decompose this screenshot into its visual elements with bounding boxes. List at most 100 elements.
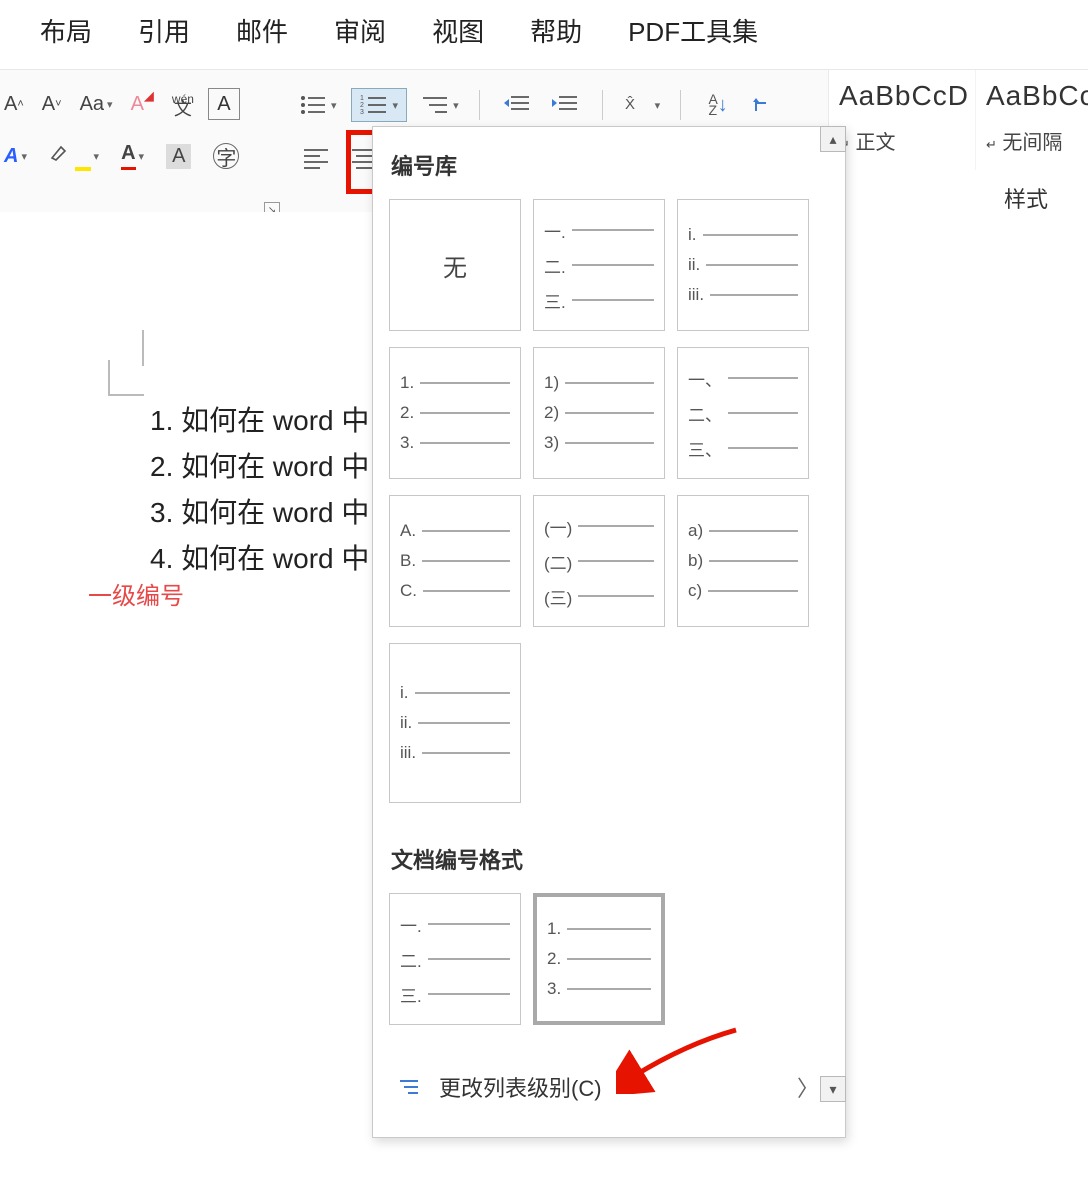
tile-row-line bbox=[710, 294, 798, 296]
tile-row-label: 1. bbox=[547, 919, 561, 939]
tile-row-line bbox=[428, 958, 510, 960]
tile-row-label: c) bbox=[688, 581, 702, 601]
svg-text:X̂: X̂ bbox=[625, 96, 635, 113]
highlight-button[interactable]: ▾ bbox=[45, 141, 103, 171]
tile-row-label: 二、 bbox=[688, 401, 722, 426]
tab-review[interactable]: 审阅 bbox=[334, 12, 386, 49]
tile-row-line bbox=[418, 722, 510, 724]
tile-row-line bbox=[572, 229, 654, 231]
char-shading-button[interactable]: A bbox=[162, 142, 195, 171]
tab-references[interactable]: 引用 bbox=[138, 12, 190, 49]
numbering-tile[interactable]: 无 bbox=[389, 199, 521, 331]
asian-layout-button[interactable]: X̂ ▾ bbox=[623, 93, 661, 117]
text-effects-button[interactable]: A▾ bbox=[0, 143, 31, 170]
pilcrow-icon bbox=[752, 93, 780, 117]
bullets-button[interactable]: ▾ bbox=[299, 93, 337, 117]
style-label: 无间隔 bbox=[1002, 132, 1062, 154]
tile-row-label: 一、 bbox=[688, 366, 722, 391]
menu-tabs: 布局 引用 邮件 审阅 视图 帮助 PDF工具集 bbox=[0, 0, 1088, 70]
decrease-indent-icon bbox=[503, 93, 531, 117]
dropdown-commands: 更改列表级别(C) 〉 定义新编号格式(D)... 12 设置编号值(V)... bbox=[373, 1051, 845, 1138]
tab-layout[interactable]: 布局 bbox=[40, 12, 92, 49]
numbering-button[interactable]: 123 ▾ bbox=[351, 88, 408, 122]
tile-row-line bbox=[415, 692, 511, 694]
font-group: A˄ A˅ Aa▾ A◢ wén文 A A▾ ▾ A▾ A 字 ↘ bbox=[0, 80, 290, 210]
tile-row-label: i. bbox=[400, 683, 409, 703]
tab-pdf-tools[interactable]: PDF工具集 bbox=[628, 12, 758, 49]
decrease-indent-button[interactable] bbox=[500, 88, 534, 122]
style-label: 正文 bbox=[855, 132, 895, 154]
svg-text:1: 1 bbox=[360, 95, 364, 102]
numbering-tile[interactable]: 一.二.三. bbox=[533, 199, 665, 331]
tab-help[interactable]: 帮助 bbox=[530, 12, 582, 49]
asian-layout-icon: X̂ bbox=[623, 93, 651, 117]
tile-row-label: 三. bbox=[400, 982, 422, 1007]
svg-text:2: 2 bbox=[360, 102, 364, 109]
clear-formatting-button[interactable]: A◢ bbox=[127, 91, 158, 118]
phonetic-guide-button[interactable]: wén文 bbox=[168, 92, 198, 116]
tile-row-label: (二) bbox=[544, 549, 572, 574]
grow-font-button[interactable]: A˄ bbox=[0, 91, 28, 118]
separator bbox=[602, 90, 603, 120]
dropdown-section-docfmt: 文档编号格式 bbox=[373, 821, 845, 887]
tile-row-line bbox=[428, 923, 510, 925]
tile-row-label: A. bbox=[400, 521, 416, 541]
tile-row-line bbox=[423, 590, 510, 592]
tile-row-label: (一) bbox=[544, 514, 572, 539]
numbering-icon: 123 bbox=[360, 93, 388, 117]
font-color-button[interactable]: A▾ bbox=[117, 140, 148, 172]
increase-indent-button[interactable] bbox=[548, 88, 582, 122]
tile-row-line bbox=[565, 382, 654, 384]
tile-row-line bbox=[728, 447, 798, 449]
tile-row-label: B. bbox=[400, 551, 416, 571]
tile-row-line bbox=[428, 993, 510, 995]
multilevel-list-button[interactable]: ▾ bbox=[421, 93, 459, 117]
document-body[interactable]: 1. 如何在 word 中 2. 如何在 word 中 3. 如何在 word … bbox=[150, 398, 369, 582]
tile-row-label: 2. bbox=[400, 403, 414, 423]
sort-button[interactable]: AZ↓ bbox=[701, 88, 735, 122]
tile-row-label: i. bbox=[688, 225, 697, 245]
tile-row-label: 2. bbox=[547, 949, 561, 969]
tab-view[interactable]: 视图 bbox=[432, 12, 484, 49]
tile-row-label: 2) bbox=[544, 403, 559, 423]
tile-row-line bbox=[709, 560, 798, 562]
separator bbox=[680, 90, 681, 120]
style-preview: AaBbCcD bbox=[839, 80, 969, 112]
change-level-icon bbox=[395, 1078, 423, 1096]
tile-row-label: a) bbox=[688, 521, 703, 541]
define-new-number-format-item[interactable]: 定义新编号格式(D)... bbox=[373, 1117, 845, 1138]
align-left-button[interactable] bbox=[299, 140, 333, 174]
style-no-spacing[interactable]: AaBbCcD ↵ 无间隔 bbox=[976, 70, 1088, 170]
dropdown-scroll-up[interactable]: ▴ bbox=[820, 126, 846, 152]
tile-row-label: 三. bbox=[544, 288, 566, 313]
tile-row-line bbox=[709, 530, 798, 532]
change-list-level-item[interactable]: 更改列表级别(C) 〉 bbox=[373, 1057, 845, 1117]
numbering-tile[interactable]: 1)2)3) bbox=[533, 347, 665, 479]
tile-row-label: iii. bbox=[400, 743, 416, 763]
numbering-tile[interactable]: A.B.C. bbox=[389, 495, 521, 627]
show-marks-button[interactable] bbox=[749, 88, 783, 122]
tile-row-line bbox=[420, 412, 510, 414]
numbering-tile[interactable]: i. ii. iii. bbox=[389, 643, 521, 803]
tile-row-label: 二. bbox=[400, 947, 422, 972]
numbering-tile[interactable]: i.ii.iii. bbox=[677, 199, 809, 331]
style-normal[interactable]: AaBbCcD ↵ 正文 bbox=[829, 70, 976, 170]
tile-row-label: 1) bbox=[544, 373, 559, 393]
numbering-tile[interactable]: (一)(二)(三) bbox=[533, 495, 665, 627]
enclose-chars-button[interactable]: 字 bbox=[209, 141, 243, 171]
shrink-font-button[interactable]: A˅ bbox=[38, 91, 66, 118]
char-border-button[interactable]: A bbox=[208, 88, 240, 120]
tile-row-label: 3. bbox=[400, 433, 414, 453]
numbering-tile[interactable]: 1.2.3. bbox=[533, 893, 665, 1025]
numbering-tile[interactable]: 一.二.三. bbox=[389, 893, 521, 1025]
dropdown-scroll-down[interactable]: ▾ bbox=[820, 1076, 846, 1102]
numbering-tile[interactable]: a)b)c) bbox=[677, 495, 809, 627]
increase-indent-icon bbox=[551, 93, 579, 117]
tab-mailings[interactable]: 邮件 bbox=[236, 12, 288, 49]
tile-row-label: ii. bbox=[400, 713, 412, 733]
tile-row-line bbox=[567, 928, 651, 930]
numbering-tile[interactable]: 1.2.3. bbox=[389, 347, 521, 479]
change-case-button[interactable]: Aa▾ bbox=[76, 91, 117, 118]
tile-row-line bbox=[708, 590, 798, 592]
numbering-tile[interactable]: 一、二、三、 bbox=[677, 347, 809, 479]
